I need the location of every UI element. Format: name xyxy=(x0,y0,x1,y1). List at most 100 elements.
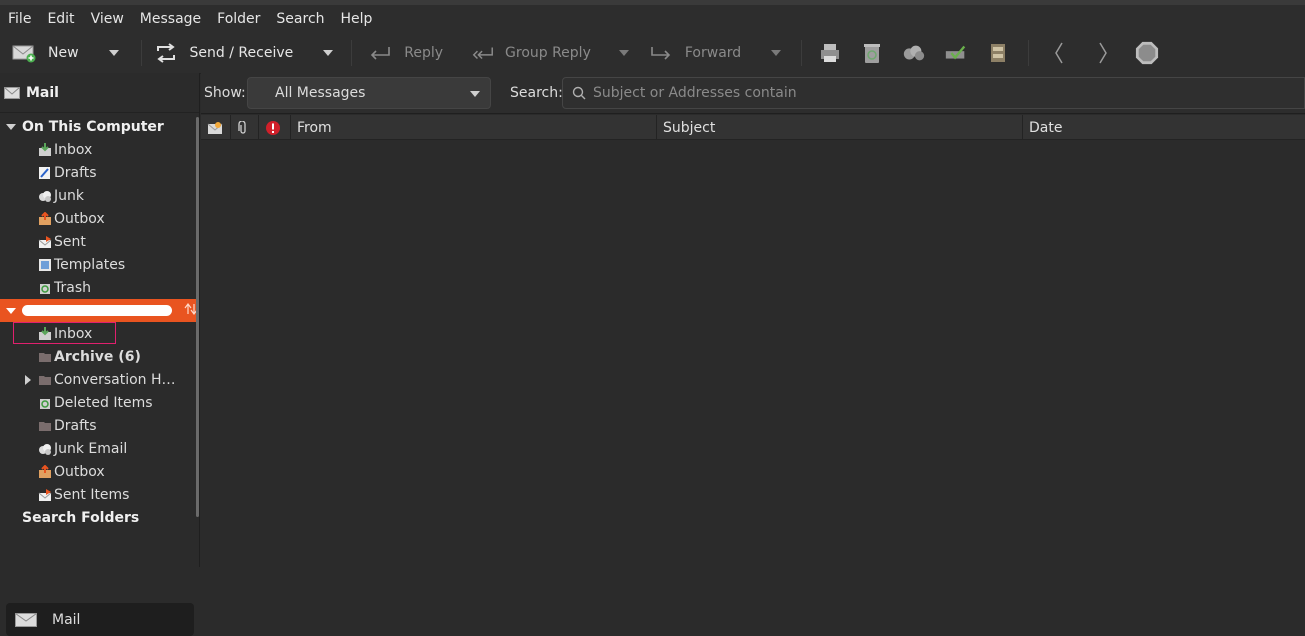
send-receive-icon xyxy=(154,41,178,65)
new-button-label: New xyxy=(48,45,79,61)
folder-label: Sent Items xyxy=(54,486,130,503)
important-icon xyxy=(266,120,280,135)
group-reply-label: Group Reply xyxy=(505,45,591,61)
send-receive-label: Send / Receive xyxy=(189,45,294,61)
send-receive-dropdown-caret[interactable] xyxy=(323,50,334,56)
forward-button[interactable]: Forward xyxy=(649,33,741,73)
archive-icon[interactable] xyxy=(986,41,1010,65)
switcher-mail-button[interactable]: Mail xyxy=(6,603,194,636)
show-filter-select[interactable]: All Messages xyxy=(247,77,491,109)
drafts-icon xyxy=(39,166,50,179)
folder-account-conversation-history[interactable]: Conversation H… xyxy=(0,368,196,391)
forward-icon xyxy=(649,41,673,65)
folder-label: Trash xyxy=(54,279,91,296)
folder-label: Inbox xyxy=(54,141,93,158)
menu-bar: File Edit View Message Folder Search Hel… xyxy=(0,0,1305,33)
reply-button[interactable]: Reply xyxy=(368,33,443,73)
menu-folder[interactable]: Folder xyxy=(209,11,268,27)
folder-account-inbox[interactable]: Inbox xyxy=(0,322,196,345)
folder-local-templates[interactable]: Templates xyxy=(0,253,196,276)
send-receive-button[interactable]: Send / Receive xyxy=(154,33,294,73)
expand-arrow-icon[interactable] xyxy=(6,307,16,314)
folder-label: Outbox xyxy=(54,463,105,480)
folder-group-label: Search Folders xyxy=(22,509,140,526)
column-subject[interactable]: Subject xyxy=(657,115,1023,140)
new-mail-icon xyxy=(12,41,36,65)
folder-group-search-folders[interactable]: Search Folders xyxy=(0,506,196,529)
menu-view[interactable]: View xyxy=(83,11,132,27)
new-button[interactable]: New xyxy=(12,33,79,73)
trash-icon xyxy=(40,283,50,294)
folder-local-sent[interactable]: Sent xyxy=(0,230,196,253)
show-filter-value: All Messages xyxy=(275,85,366,101)
expand-arrow-icon[interactable] xyxy=(6,123,16,130)
chevron-down-icon xyxy=(470,91,480,97)
column-from[interactable]: From xyxy=(291,115,657,140)
group-reply-dropdown-caret[interactable] xyxy=(618,50,629,56)
folder-label: Deleted Items xyxy=(54,394,153,411)
folder-group-on-this-computer[interactable]: On This Computer xyxy=(0,115,196,138)
menu-help[interactable]: Help xyxy=(333,11,381,27)
folder-account-outbox[interactable]: Outbox xyxy=(0,460,196,483)
templates-icon xyxy=(39,258,51,271)
sidebar-title: Mail xyxy=(26,84,59,101)
trash-icon xyxy=(40,398,50,409)
toolbar-separator xyxy=(351,40,353,66)
expand-arrow-icon[interactable] xyxy=(25,374,31,385)
folder-local-drafts[interactable]: Drafts xyxy=(0,161,196,184)
not-junk-icon[interactable] xyxy=(944,41,968,65)
next-icon[interactable] xyxy=(1091,41,1115,65)
column-status[interactable] xyxy=(201,115,231,140)
search-placeholder: Subject or Addresses contain xyxy=(593,85,797,101)
folder-account-archive[interactable]: Archive (6) xyxy=(0,345,196,368)
search-field[interactable]: Subject or Addresses contain xyxy=(562,77,1305,109)
status-icon xyxy=(207,121,223,134)
mail-icon xyxy=(4,81,20,105)
folder-local-inbox[interactable]: Inbox xyxy=(0,138,196,161)
folder-icon xyxy=(39,352,51,362)
column-attachment[interactable] xyxy=(231,115,259,140)
outbox-icon xyxy=(39,464,51,478)
forward-label: Forward xyxy=(684,45,742,61)
show-label: Show: xyxy=(204,85,246,101)
folder-label: Archive (6) xyxy=(54,348,141,365)
folder-account-sent-items[interactable]: Sent Items xyxy=(0,483,196,506)
folder-account-junk-email[interactable]: Junk Email xyxy=(0,437,196,460)
forward-dropdown-caret[interactable] xyxy=(771,50,782,56)
folder-account-deleted-items[interactable]: Deleted Items xyxy=(0,391,196,414)
sidebar-scrollbar[interactable] xyxy=(196,117,199,517)
folder-local-outbox[interactable]: Outbox xyxy=(0,207,196,230)
group-reply-button[interactable]: Group Reply xyxy=(471,33,591,73)
menu-search[interactable]: Search xyxy=(268,11,332,27)
search-label: Search: xyxy=(510,85,563,101)
highlight-box xyxy=(13,322,116,344)
junk-icon[interactable] xyxy=(902,41,926,65)
print-icon[interactable] xyxy=(818,41,842,65)
menu-edit[interactable]: Edit xyxy=(39,11,82,27)
message-list-header: From Subject Date xyxy=(201,115,1305,140)
sent-icon xyxy=(38,235,52,248)
menu-file[interactable]: File xyxy=(0,11,39,27)
folder-local-trash[interactable]: Trash xyxy=(0,276,196,299)
folder-label: Junk xyxy=(54,187,84,204)
message-list[interactable] xyxy=(201,140,1305,567)
previous-icon[interactable] xyxy=(1047,41,1071,65)
column-importance[interactable] xyxy=(259,115,291,140)
delete-icon[interactable] xyxy=(860,41,884,65)
stop-icon[interactable] xyxy=(1135,41,1159,65)
menu-message[interactable]: Message xyxy=(132,11,209,27)
folder-group-label: On This Computer xyxy=(22,118,164,135)
folder-local-junk[interactable]: Junk xyxy=(0,184,196,207)
column-date[interactable]: Date xyxy=(1023,115,1305,140)
new-dropdown-caret[interactable] xyxy=(108,50,119,56)
redacted-account-name xyxy=(22,305,172,316)
toolbar-separator xyxy=(801,40,803,66)
folder-icon xyxy=(39,421,51,431)
folder-group-account[interactable] xyxy=(0,299,199,322)
folder-account-drafts[interactable]: Drafts xyxy=(0,414,196,437)
inbox-icon xyxy=(39,142,51,156)
folder-label: Drafts xyxy=(54,164,97,181)
search-icon xyxy=(572,86,586,104)
folder-label: Templates xyxy=(54,256,126,273)
folder-label: Sent xyxy=(54,233,86,250)
